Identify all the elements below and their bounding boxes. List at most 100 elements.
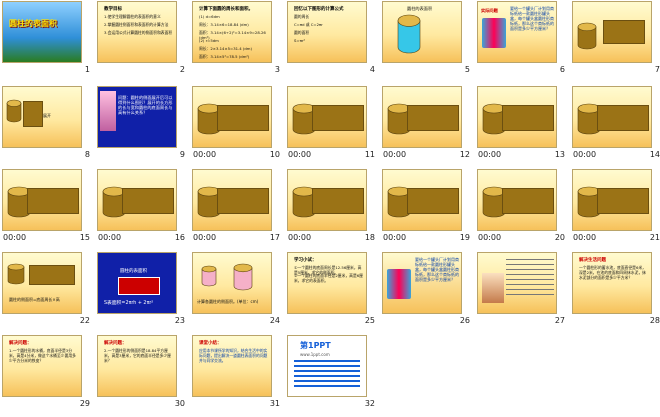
unrolled-rectangle: [502, 105, 554, 131]
slide-thumbnail-8[interactable]: 展开 8: [1, 86, 96, 168]
slide-thumbnail-22[interactable]: 圆柱的侧面积=底面周长×高 22: [1, 252, 96, 334]
slide-body-text: ②一个圆柱的底面半径是2厘米，高是6厘米，求它的表面积。: [294, 273, 363, 283]
slide-number: 22: [79, 316, 90, 325]
cylinder-shape: [397, 14, 421, 54]
slide-body-text: 圆的面积: [294, 30, 310, 35]
slide-thumbnail-10[interactable]: 10 00:00: [191, 86, 286, 168]
slide-thumbnail-26[interactable]: 要给一个罐头厂计划用商标纸给一款圆柱形罐头盒，每个罐头盒圆柱形商标纸，那么这个商…: [381, 252, 476, 334]
slide-thumbnail-14[interactable]: 14 00:00: [571, 86, 660, 168]
slide-thumbnail-16[interactable]: 16 00:00: [96, 169, 191, 251]
slide-preview: 解决生活问题 一个圆柱形的蓄水池，底面直径是6米，深是2米，在池的底面和四周抹水泥…: [572, 252, 652, 314]
slide-number: 2: [179, 65, 185, 74]
slide-thumbnail-13[interactable]: 13 00:00: [476, 86, 571, 168]
slide-preview: [287, 169, 367, 231]
unrolled-rectangle: [312, 105, 364, 131]
slide-thumbnail-19[interactable]: 19 00:00: [381, 169, 476, 251]
slide-number: 18: [364, 233, 375, 242]
slide-preview: [382, 169, 462, 231]
slide-preview: [477, 169, 557, 231]
slide-number: 13: [554, 150, 565, 159]
slide-preview: 圆柱的表面积: [2, 1, 82, 63]
logo-bars: [294, 360, 360, 390]
slide-preview: [477, 86, 557, 148]
slide-number: 10: [269, 150, 280, 159]
slide-thumbnail-28[interactable]: 解决生活问题 一个圆柱形的蓄水池，底面直径是6米，深是2米，在池的底面和四周抹水泥…: [571, 252, 660, 334]
slide-thumbnail-29[interactable]: 解决问题： 1.一个圆柱形的水桶，底面半径是3分米，高是4分米，做这个水桶至少要用…: [1, 335, 96, 417]
slide-preview: 教学目标 1.使学生理解圆柱的表面积的意义 2.掌握圆柱侧面积和表面积的计算方法 3.…: [97, 1, 177, 63]
slide-thumbnail-15[interactable]: 15 00:00: [1, 169, 96, 251]
slide-preview: 课堂小结： 应用本节课所学的知识，结合生活中的实际问题，提出解决一道圆柱表面积的问…: [192, 335, 272, 397]
slide-number: 30: [174, 399, 185, 408]
cylinder-shape: [577, 22, 597, 50]
slide-number: 14: [649, 150, 660, 159]
slide-timing: 00:00: [573, 233, 597, 242]
slide-title: 学习小试：: [294, 258, 317, 263]
slide-number: 11: [364, 150, 375, 159]
slide-thumbnail-32[interactable]: 第1PPT www.1ppt.com 32: [286, 335, 381, 417]
slide-number: 1: [84, 65, 90, 74]
slide-number: 15: [79, 233, 90, 242]
slide-preview: [192, 86, 272, 148]
slide-thumbnail-24[interactable]: 计算各圆柱的侧面积。(单位：cm) 24: [191, 252, 286, 334]
slide-thumbnail-5[interactable]: 圆柱的表面积 5: [381, 1, 476, 83]
slide-thumbnail-21[interactable]: 21 00:00: [571, 169, 660, 251]
slide-thumbnail-20[interactable]: 20 00:00: [476, 169, 571, 251]
slide-body-text: 应用本节课所学的知识，结合生活中的实际问题，提出解决一道圆柱表面积的问题并与同学…: [199, 348, 268, 363]
slide-title: 圆柱的表面积: [407, 6, 433, 11]
slide-thumbnail-11[interactable]: 11 00:00: [286, 86, 381, 168]
slide-body-text: 2.掌握圆柱侧面积和表面积的计算方法: [104, 22, 169, 27]
slide-title: 计算下面圆的周长和面积。: [199, 7, 253, 12]
slide-number: 6: [559, 65, 565, 74]
diagram-box: [118, 277, 160, 295]
slide-title: 解决问题：: [104, 341, 127, 346]
slide-thumbnail-2[interactable]: 教学目标 1.使学生理解圆柱的表面积的意义 2.掌握圆柱侧面积和表面积的计算方法 3.…: [96, 1, 191, 83]
slide-thumbnail-3[interactable]: 计算下面圆的周长和面积。 (1) d=6dm 周长：3.14×6=18.84 (dm…: [191, 1, 286, 83]
slide-thumbnail-4[interactable]: 回忆以下图形的计算公式 圆的周长 C=πd 或 C=2πr 圆的面积 S=πr² 4: [286, 1, 381, 83]
unrolled-rectangle: [407, 188, 459, 214]
slide-title: 第1PPT: [300, 341, 331, 350]
unrolled-rectangle: [407, 105, 459, 131]
slide-thumbnail-30[interactable]: 解决问题： 2.一个圆柱形的侧面积是18.84平方厘米，高是3厘米，它的底面半径是…: [96, 335, 191, 417]
slide-preview: [287, 86, 367, 148]
slide-body-text: 圆柱的表面积: [120, 269, 147, 274]
slide-preview: 实际问题 要给一个罐头厂计划用商标纸给一款圆柱形罐头盒，每个罐头盒圆柱形商标纸，那…: [477, 1, 557, 63]
slide-preview: 学习小试： ①一个圆柱的底面周长是12.56厘米，高是5厘米，求它的侧面积。 ②一个…: [287, 252, 367, 314]
slide-thumbnail-6[interactable]: 实际问题 要给一个罐头厂计划用商标纸给一款圆柱形罐头盒，每个罐头盒圆柱形商标纸，那…: [476, 1, 571, 83]
slide-body-text: 要给一个罐头厂计划用商标纸给一款圆柱形罐头盒，每个罐头盒圆柱形商标纸，那么这个商…: [415, 257, 459, 282]
slide-thumbnail-18[interactable]: 18 00:00: [286, 169, 381, 251]
slide-number: 29: [79, 399, 90, 408]
slide-number: 31: [269, 399, 280, 408]
slide-preview: 圆柱的表面积: [382, 1, 462, 63]
slide-preview: [97, 169, 177, 231]
slide-thumbnail-7[interactable]: 7: [571, 1, 660, 83]
cylinder-shape: [201, 265, 217, 287]
slide-preview: [477, 252, 557, 314]
slide-number: 17: [269, 233, 280, 242]
slide-thumbnail-31[interactable]: 课堂小结： 应用本节课所学的知识，结合生活中的实际问题，提出解决一道圆柱表面积的问…: [191, 335, 286, 417]
slide-number: 7: [654, 65, 660, 74]
slide-preview: 回忆以下图形的计算公式 圆的周长 C=πd 或 C=2πr 圆的面积 S=πr²: [287, 1, 367, 63]
slide-timing: 00:00: [98, 233, 122, 242]
slide-thumbnail-23[interactable]: 圆柱的表面积 S表面积=2πrh + 2πr² 23: [96, 252, 191, 334]
slide-thumbnail-9[interactable]: 问题：圆柱的侧面展开后可以得到什么图形？展开的长方形的长与宽和圆柱的底面周长与高…: [96, 86, 191, 168]
illustration: [100, 91, 116, 131]
slide-body-text: (1) d=6dm: [199, 14, 220, 19]
slide-thumbnail-17[interactable]: 17 00:00: [191, 169, 286, 251]
unrolled-rectangle: [597, 188, 649, 214]
slide-thumbnail-27[interactable]: 27: [476, 252, 571, 334]
slide-body-text: (2) r=5dm: [199, 38, 219, 43]
slide-title: 回忆以下图形的计算公式: [294, 7, 344, 12]
slide-caption: 计算各圆柱的侧面积。(单位：cm): [197, 299, 259, 304]
slide-thumbnail-12[interactable]: 12 00:00: [381, 86, 476, 168]
slide-timing: 00:00: [478, 233, 502, 242]
unrolled-rectangle: [23, 101, 43, 127]
slide-preview: 计算下面圆的周长和面积。 (1) d=6dm 周长：3.14×6=18.84 (dm…: [192, 1, 272, 63]
slide-preview: 计算各圆柱的侧面积。(单位：cm): [192, 252, 272, 314]
slide-thumbnail-25[interactable]: 学习小试： ①一个圆柱的底面周长是12.56厘米，高是5厘米，求它的侧面积。 ②一个…: [286, 252, 381, 334]
slide-timing: 00:00: [3, 233, 27, 242]
slide-thumbnail-1[interactable]: 圆柱的表面积 1: [1, 1, 96, 83]
slide-number: 28: [649, 316, 660, 325]
unrolled-rectangle: [502, 188, 554, 214]
unrolled-rectangle: [29, 265, 75, 285]
slide-timing: 00:00: [383, 233, 407, 242]
